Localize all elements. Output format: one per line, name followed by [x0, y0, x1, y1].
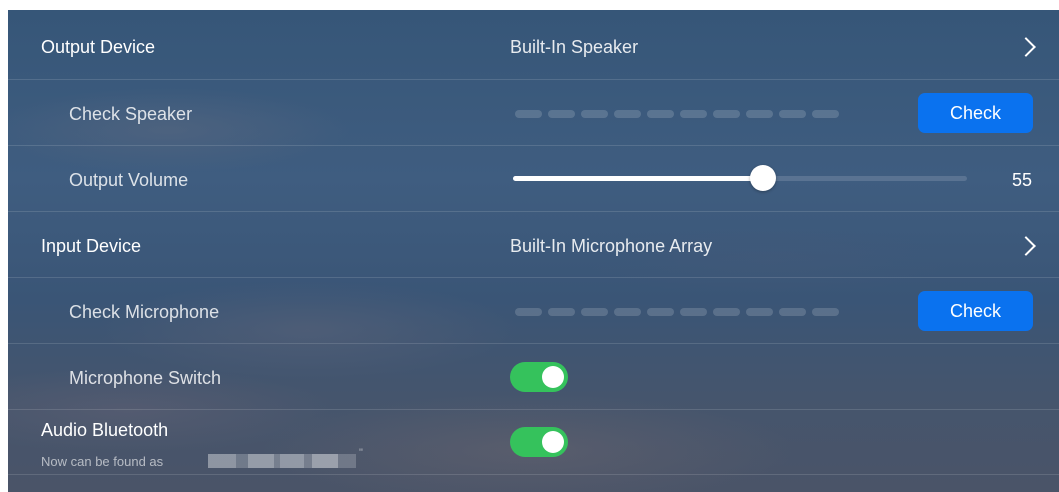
audio-settings-panel: Output Device Built-In Speaker Check Spe… [8, 10, 1059, 492]
microphone-switch-toggle[interactable] [510, 362, 568, 392]
level-segment [647, 308, 674, 316]
check-microphone-button[interactable]: Check [918, 291, 1033, 331]
level-segment [614, 110, 641, 118]
microphone-switch-row: Microphone Switch [8, 344, 1059, 410]
level-segment [779, 110, 806, 118]
level-segment [713, 110, 740, 118]
check-microphone-label: Check Microphone [69, 302, 220, 322]
input-device-row[interactable]: Input Device Built-In Microphone Array [8, 212, 1059, 278]
level-segment [812, 110, 839, 118]
toggle-knob [542, 366, 564, 388]
speaker-level-meter [515, 110, 839, 118]
output-device-value: Built-In Speaker [510, 37, 639, 57]
chevron-right-icon[interactable] [1016, 236, 1036, 256]
level-segment [680, 110, 707, 118]
check-microphone-row: Check Microphone Check [8, 278, 1059, 344]
input-device-value: Built-In Microphone Array [510, 236, 713, 256]
check-speaker-row: Check Speaker Check [8, 80, 1059, 146]
level-segment [614, 308, 641, 316]
level-segment [515, 308, 542, 316]
audio-bluetooth-toggle[interactable] [510, 427, 568, 457]
quote-mark: " [359, 447, 363, 459]
output-device-label: Output Device [41, 37, 156, 57]
check-speaker-label: Check Speaker [69, 104, 193, 124]
bluetooth-discoverable-text: Now can be found as [41, 454, 164, 469]
level-segment [581, 308, 608, 316]
level-segment [812, 308, 839, 316]
level-segment [548, 110, 575, 118]
level-segment [680, 308, 707, 316]
output-device-row[interactable]: Output Device Built-In Speaker [8, 10, 1059, 80]
input-device-label: Input Device [41, 236, 142, 256]
output-volume-slider[interactable] [513, 165, 967, 191]
audio-bluetooth-row: Audio Bluetooth Now can be found as " [8, 410, 1059, 475]
output-volume-value: 55 [1011, 170, 1032, 190]
level-segment [779, 308, 806, 316]
audio-bluetooth-label: Audio Bluetooth [41, 420, 169, 440]
level-segment [647, 110, 674, 118]
toggle-knob [542, 431, 564, 453]
microphone-switch-label: Microphone Switch [69, 368, 222, 388]
check-speaker-button[interactable]: Check [918, 93, 1033, 133]
slider-thumb[interactable] [749, 165, 776, 191]
output-volume-label: Output Volume [69, 170, 189, 190]
chevron-right-icon[interactable] [1016, 37, 1036, 57]
level-segment [515, 110, 542, 118]
level-segment [713, 308, 740, 316]
level-segment [548, 308, 575, 316]
slider-fill [513, 176, 763, 181]
level-segment [746, 308, 773, 316]
level-segment [746, 110, 773, 118]
output-volume-row: Output Volume 55 [8, 146, 1059, 212]
redacted-device-name [208, 454, 356, 468]
level-segment [581, 110, 608, 118]
microphone-level-meter [515, 308, 839, 316]
